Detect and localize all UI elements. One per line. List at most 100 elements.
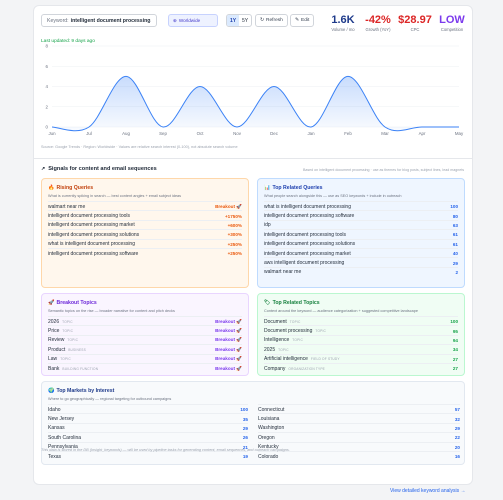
item-value: 2 — [455, 269, 458, 275]
item-label: intelligent document processing market — [48, 222, 135, 229]
item-value: 61 — [452, 241, 458, 247]
item-label: Price — [48, 328, 60, 335]
range-toggle: 1Y 5Y — [226, 14, 252, 27]
x-tick-label: May — [455, 131, 464, 136]
metric-value: -42% — [365, 14, 391, 26]
breakout-topics-title: 🚀 Breakout Topics — [48, 300, 97, 306]
rocket-icon: 🚀 — [48, 300, 55, 306]
item-label: Kansas — [48, 425, 65, 432]
item-tag: TOPIC — [292, 338, 303, 343]
list-item[interactable]: Bank BUILDING FUNCTION Breakout 🚀 — [48, 363, 242, 373]
item-value: 100 — [450, 319, 458, 325]
metric-growth: -42% Growth (YoY) — [361, 14, 395, 33]
signals-title-text: Signals for content and email sequences — [48, 166, 157, 172]
x-tick-label: Apr — [419, 131, 426, 136]
item-label: intelligent document processing market — [264, 250, 351, 257]
y-tick-label: 4 — [46, 84, 49, 89]
item-label: intelligent document processing software — [48, 250, 139, 257]
item-label: Intelligence — [264, 337, 290, 344]
related-topics-panel: 🏷 Top Related Topics Context around the … — [257, 293, 465, 376]
related-topics-title: 🏷 Top Related Topics — [264, 300, 320, 306]
metric-caption: Competition — [440, 27, 464, 32]
rising-queries-subtitle: What is currently spiking in search — be… — [48, 194, 182, 198]
item-label: Oregon — [258, 434, 275, 441]
related-queries-subtitle: What people search alongside this — use … — [264, 194, 402, 198]
item-value: 22 — [454, 435, 460, 441]
list-item[interactable]: walmart near me 2 — [264, 266, 458, 277]
x-tick-label: Jul — [86, 131, 92, 136]
related-queries-title: 📊 Top Related Queries — [264, 185, 323, 191]
location-value: Worldwide — [178, 18, 201, 23]
trend-chart: 0 2 4 6 8 Jun Jul Aug Sep Oct Nov Dec Jan Feb Mar Apr Ma… — [46, 44, 464, 137]
item-tag: TOPIC — [60, 357, 71, 362]
item-label: intelligent document processing tools — [264, 231, 346, 238]
rising-queries-panel: 🔥 Rising Queries What is currently spiki… — [41, 178, 249, 288]
x-tick-label: Mar — [381, 131, 389, 136]
related-topics-subtitle: Context around the keyword — audience ca… — [264, 309, 418, 313]
item-tag: TOPIC — [278, 347, 289, 352]
item-label: Bank — [48, 365, 60, 372]
item-label: South Carolina — [48, 434, 82, 441]
item-value: Breakout 🚀 — [215, 356, 242, 362]
keyword-label: Keyword: — [47, 17, 69, 24]
metric-value: $28.97 — [398, 14, 432, 26]
item-label: intelligent document processing software — [264, 213, 355, 220]
rising-queries-title-text: Rising Queries — [56, 185, 94, 191]
rising-queries-title: 🔥 Rising Queries — [48, 185, 93, 191]
item-value: 20 — [454, 444, 460, 450]
signals-title: ↗ Signals for content and email sequence… — [41, 166, 157, 172]
metric-caption: CPC — [410, 27, 420, 32]
x-tick-label: Aug — [122, 131, 130, 136]
item-value: 40 — [452, 251, 458, 257]
list-item[interactable]: Texas 19 — [48, 451, 248, 461]
chevron-down-icon: ⌄ — [147, 17, 152, 24]
item-value: 34 — [452, 347, 458, 353]
item-label: what is intelligent document processing — [264, 203, 351, 210]
item-tag: BUSINESS — [68, 347, 86, 352]
item-value: 29 — [242, 425, 248, 431]
detailed-analysis-link[interactable]: View detailed keyword analysis → — [390, 488, 466, 494]
item-label: Connecticut — [258, 406, 285, 413]
keyword-value: intelligent document processing — [70, 17, 151, 24]
edit-button[interactable]: ✎ Edit — [290, 14, 315, 27]
item-label: Document — [264, 318, 287, 325]
item-value: 29 — [452, 260, 458, 266]
list-item[interactable]: intelligent document processing software… — [48, 248, 242, 258]
item-value: +1750% — [225, 213, 242, 219]
edit-label: Edit — [301, 18, 310, 23]
breakout-topics-subtitle: Semantic topics on the rise — broader na… — [48, 309, 175, 313]
refresh-button[interactable]: ↻ Refresh — [255, 14, 288, 27]
location-select[interactable]: ⊕ Worldwide — [168, 14, 218, 27]
item-label: intelligent document processing solution… — [48, 231, 140, 238]
item-label: Product — [48, 346, 66, 353]
globe-icon: ⊕ — [173, 17, 177, 23]
item-tag: TOPIC — [62, 329, 74, 334]
metric-value: LOW — [439, 14, 465, 26]
divider — [34, 158, 472, 159]
y-tick-label: 0 — [46, 125, 49, 130]
metric-cpc: $28.97 CPC — [395, 14, 435, 33]
list-item[interactable]: Colorado 16 — [258, 451, 460, 461]
item-label: 2026 — [48, 318, 60, 325]
metric-caption: Volume / mo — [331, 27, 355, 32]
area-fill — [52, 76, 459, 131]
item-value: Breakout 🚀 — [215, 328, 242, 334]
item-value: 29 — [454, 425, 460, 431]
keyword-select[interactable]: Keyword: intelligent document processing… — [41, 14, 157, 27]
item-value: 27 — [452, 356, 458, 362]
item-label: Document processing — [264, 328, 313, 335]
item-value: 27 — [452, 366, 458, 372]
y-tick-label: 2 — [46, 104, 49, 109]
item-value: Breakout 🚀 — [215, 203, 242, 209]
item-label: Idaho — [48, 406, 61, 413]
flame-icon: 🔥 — [48, 185, 55, 191]
item-value: 26 — [242, 435, 248, 441]
item-label: intelligent document processing solution… — [264, 241, 356, 248]
range-1y-button[interactable]: 1Y — [227, 15, 239, 26]
item-value: 19 — [242, 454, 248, 460]
x-tick-label: Nov — [233, 131, 242, 136]
list-item[interactable]: Company ORGANIZATION TYPE 27 — [264, 363, 458, 373]
item-value: Breakout 🚀 — [215, 337, 242, 343]
item-label: what is intelligent document processing — [48, 241, 135, 248]
range-5y-button[interactable]: 5Y — [239, 15, 251, 26]
